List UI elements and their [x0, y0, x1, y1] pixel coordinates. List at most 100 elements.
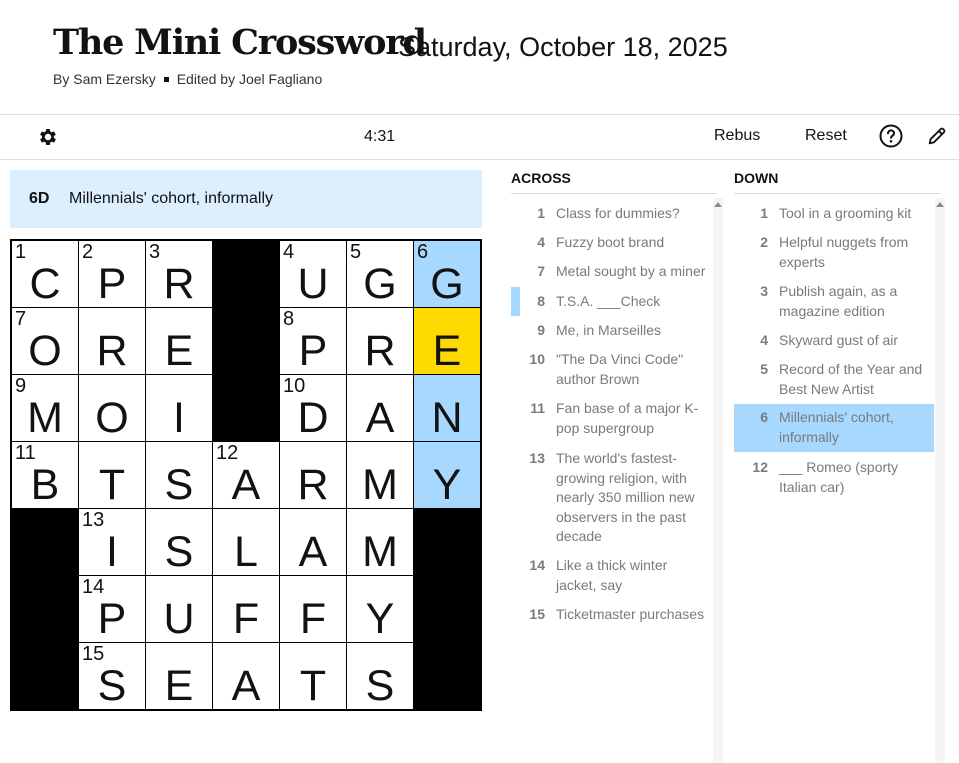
grid-cell[interactable]: O	[79, 375, 145, 441]
cell-letter: F	[299, 595, 327, 643]
grid-cell[interactable]: 4U	[280, 241, 346, 307]
down-scrollbar[interactable]	[935, 198, 945, 763]
across-clue-item[interactable]: 11 Fan base of a major K-pop supergroup	[511, 399, 711, 439]
grid-cell[interactable]: T	[79, 442, 145, 508]
across-clue-item[interactable]: 14 Like a thick winter jacket, say	[511, 556, 711, 596]
grid-cell[interactable]: M	[347, 442, 413, 508]
clue-number: 13	[529, 450, 545, 466]
reset-button[interactable]: Reset	[805, 127, 847, 145]
grid-cell[interactable]: S	[146, 442, 212, 508]
current-clue-bar[interactable]: 6D Millennials' cohort, informally	[10, 170, 482, 228]
cell-letter: P	[298, 327, 328, 375]
grid-cell[interactable]: E	[146, 643, 212, 709]
grid-black-cell	[12, 509, 78, 575]
grid-cell[interactable]: L	[213, 509, 279, 575]
across-clue-item[interactable]: 8 T.S.A. ___Check	[511, 292, 711, 312]
clue-number: 1	[760, 205, 768, 221]
cell-letter: F	[232, 595, 260, 643]
puzzle-date: Saturday, October 18, 2025	[398, 32, 728, 62]
grid-cell[interactable]: 2P	[79, 241, 145, 307]
grid-cell[interactable]: 12 A	[213, 442, 279, 508]
help-icon[interactable]	[879, 124, 903, 148]
grid-cell[interactable]: N	[414, 375, 480, 441]
scroll-up-arrow-icon[interactable]	[714, 202, 722, 207]
grid-cell[interactable]: E	[414, 308, 480, 374]
cell-number: 1	[15, 241, 27, 263]
down-clue-item[interactable]: 3 Publish again, as a magazine edition	[734, 282, 934, 322]
grid-cell[interactable]: R	[79, 308, 145, 374]
grid-cell[interactable]: 7O	[12, 308, 78, 374]
grid-cell[interactable]: 13 I	[79, 509, 145, 575]
down-clue-item[interactable]: 12 ___ Romeo (sporty Italian car)	[734, 458, 934, 498]
grid-cell[interactable]: A	[280, 509, 346, 575]
grid-black-cell	[12, 643, 78, 709]
grid-cell[interactable]: R	[280, 442, 346, 508]
grid-cell[interactable]: F	[280, 576, 346, 642]
grid-cell[interactable]: S	[347, 643, 413, 709]
across-clue-item[interactable]: 10 "The Da Vinci Code" author Brown	[511, 350, 711, 390]
grid-cell[interactable]: 14 P	[79, 576, 145, 642]
grid-cell[interactable]: Y	[414, 442, 480, 508]
cell-letter: T	[98, 461, 126, 509]
grid-cell[interactable]: 9M	[12, 375, 78, 441]
grid-cell[interactable]: A	[347, 375, 413, 441]
grid-cell[interactable]: M	[347, 509, 413, 575]
grid-black-cell	[414, 509, 480, 575]
cell-number: 12	[216, 442, 239, 464]
cell-number: 11	[15, 442, 36, 464]
grid-cell[interactable]: S	[146, 509, 212, 575]
rebus-button[interactable]: Rebus	[714, 127, 760, 145]
gear-icon[interactable]	[37, 126, 59, 148]
clue-number: 1	[537, 205, 545, 221]
across-clue-item[interactable]: 9 Me, in Marseilles	[511, 321, 711, 341]
grid-cell[interactable]: F	[213, 576, 279, 642]
cell-letter: E	[164, 662, 194, 710]
clue-text: Record of the Year and Best New Artist	[779, 361, 923, 397]
pencil-icon[interactable]	[926, 125, 948, 147]
grid-cell[interactable]: Y	[347, 576, 413, 642]
grid-cell[interactable]: 5G	[347, 241, 413, 307]
grid-cell[interactable]: A	[213, 643, 279, 709]
clue-number: 14	[529, 557, 545, 573]
clue-text: Me, in Marseilles	[556, 322, 662, 338]
grid-cell[interactable]: U	[146, 576, 212, 642]
clue-number: 3	[760, 283, 768, 299]
down-clue-item[interactable]: 4 Skyward gust of air	[734, 331, 934, 351]
cell-number: 7	[15, 308, 27, 330]
grid-cell[interactable]: R	[347, 308, 413, 374]
grid-cell[interactable]: T	[280, 643, 346, 709]
grid-cell[interactable]: E	[146, 308, 212, 374]
puzzle-header: The Mini Crossword Saturday, October 18,…	[0, 0, 959, 115]
across-clue-item[interactable]: 1 Class for dummies?	[511, 204, 711, 224]
cell-letter: Y	[432, 461, 462, 509]
down-clue-item[interactable]: 2 Helpful nuggets from experts	[734, 233, 934, 273]
down-clue-item[interactable]: 1 Tool in a grooming kit	[734, 204, 934, 224]
clue-number: 5	[760, 361, 768, 377]
grid-cell[interactable]: 3R	[146, 241, 212, 307]
separator-dot	[163, 76, 169, 82]
cell-letter: S	[365, 662, 395, 710]
grid-cell[interactable]: 6G	[414, 241, 480, 307]
cell-number: 14	[82, 576, 105, 598]
grid-cell[interactable]: 8P	[280, 308, 346, 374]
puzzle-title: The Mini Crossword	[53, 22, 427, 63]
across-clue-item[interactable]: 4 Fuzzy boot brand	[511, 233, 711, 253]
grid-black-cell	[213, 308, 279, 374]
down-clue-item[interactable]: 6 Millennials' cohort, informally	[734, 404, 934, 452]
across-scrollbar[interactable]	[713, 198, 723, 763]
across-clue-item[interactable]: 15 Ticketmaster purchases	[511, 605, 711, 625]
across-clue-item[interactable]: 7 Metal sought by a miner	[511, 262, 711, 282]
across-clue-item[interactable]: 13 The world's fastest-growing religion, …	[511, 449, 711, 549]
clue-number: 10	[529, 351, 545, 367]
grid-cell[interactable]: 11 B	[12, 442, 78, 508]
toolbar: 4:31 Rebus Reset	[0, 115, 959, 160]
cell-letter: I	[173, 394, 185, 442]
scroll-up-arrow-icon[interactable]	[936, 202, 944, 207]
grid-cell[interactable]: 15 S	[79, 643, 145, 709]
grid-cell[interactable]: 1C	[12, 241, 78, 307]
cell-letter: S	[164, 461, 194, 509]
editor: Edited by Joel Fagliano	[176, 71, 323, 87]
grid-cell[interactable]: 10 D	[280, 375, 346, 441]
down-clue-item[interactable]: 5 Record of the Year and Best New Artist	[734, 360, 934, 400]
grid-cell[interactable]: I	[146, 375, 212, 441]
